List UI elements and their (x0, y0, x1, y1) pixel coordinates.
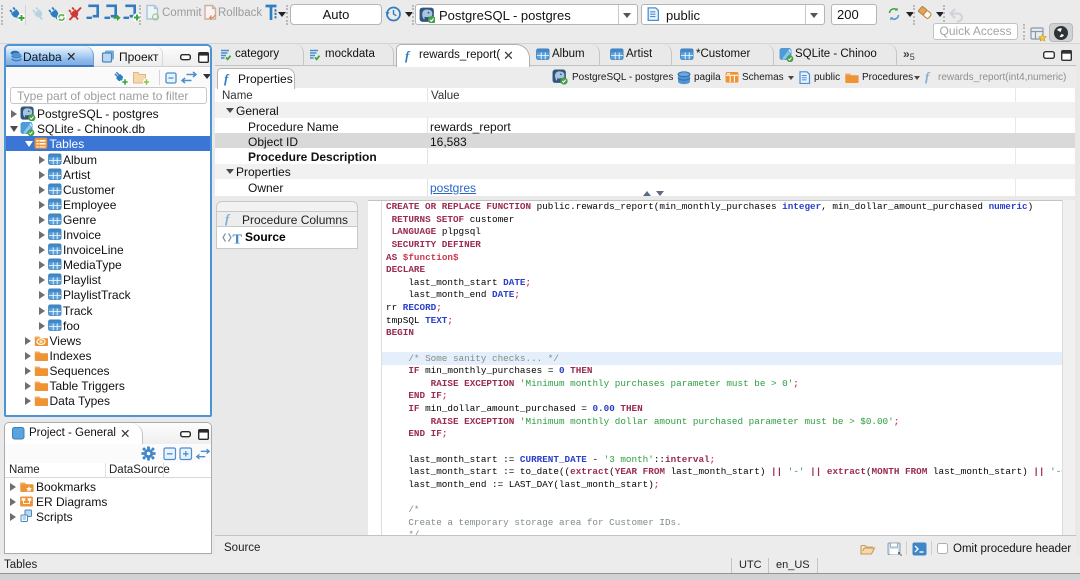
svg-text:T: T (233, 233, 243, 246)
